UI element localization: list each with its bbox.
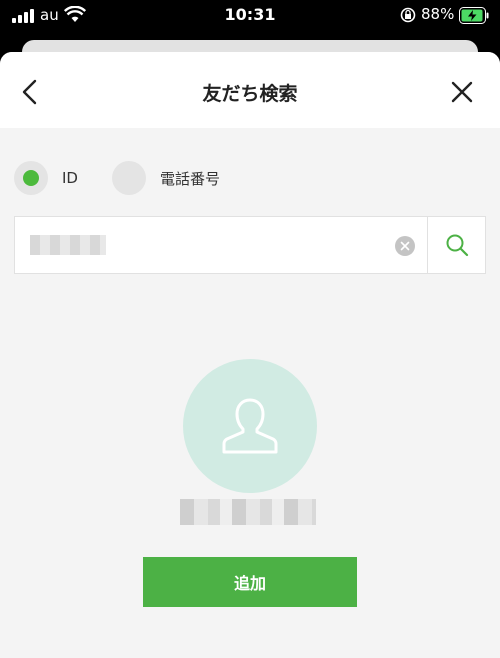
search-button[interactable] [427, 217, 485, 273]
clear-icon [400, 241, 410, 251]
result-user-name [180, 499, 316, 525]
search-icon [446, 234, 469, 257]
close-icon [451, 81, 473, 103]
rotation-lock-icon [400, 7, 416, 23]
search-input[interactable] [30, 235, 106, 255]
radio-id-indicator[interactable] [14, 161, 48, 195]
battery-charging-icon [459, 7, 489, 24]
radio-id[interactable]: ID [14, 160, 78, 196]
radio-phone-indicator[interactable] [112, 161, 146, 195]
radio-phone-label: 電話番号 [160, 169, 221, 188]
header: 友だち検索 [0, 52, 500, 128]
clear-button[interactable] [395, 236, 415, 256]
status-bar: au 10:31 88% [0, 0, 500, 32]
page-title: 友だち検索 [202, 83, 298, 105]
radio-id-label: ID [62, 169, 78, 187]
battery-percent: 88% [421, 5, 455, 23]
search-box [14, 216, 486, 274]
avatar [183, 359, 317, 493]
radio-phone-number[interactable]: 電話番号 [112, 160, 220, 196]
add-button[interactable]: 追加 [143, 557, 357, 607]
user-silhouette-icon [222, 398, 278, 454]
screen: au 10:31 88% 友だち検索 ID 電話番号 追加 [0, 0, 500, 658]
friend-search-sheet: 友だち検索 ID 電話番号 追加 [0, 52, 500, 658]
close-button[interactable] [446, 76, 478, 108]
